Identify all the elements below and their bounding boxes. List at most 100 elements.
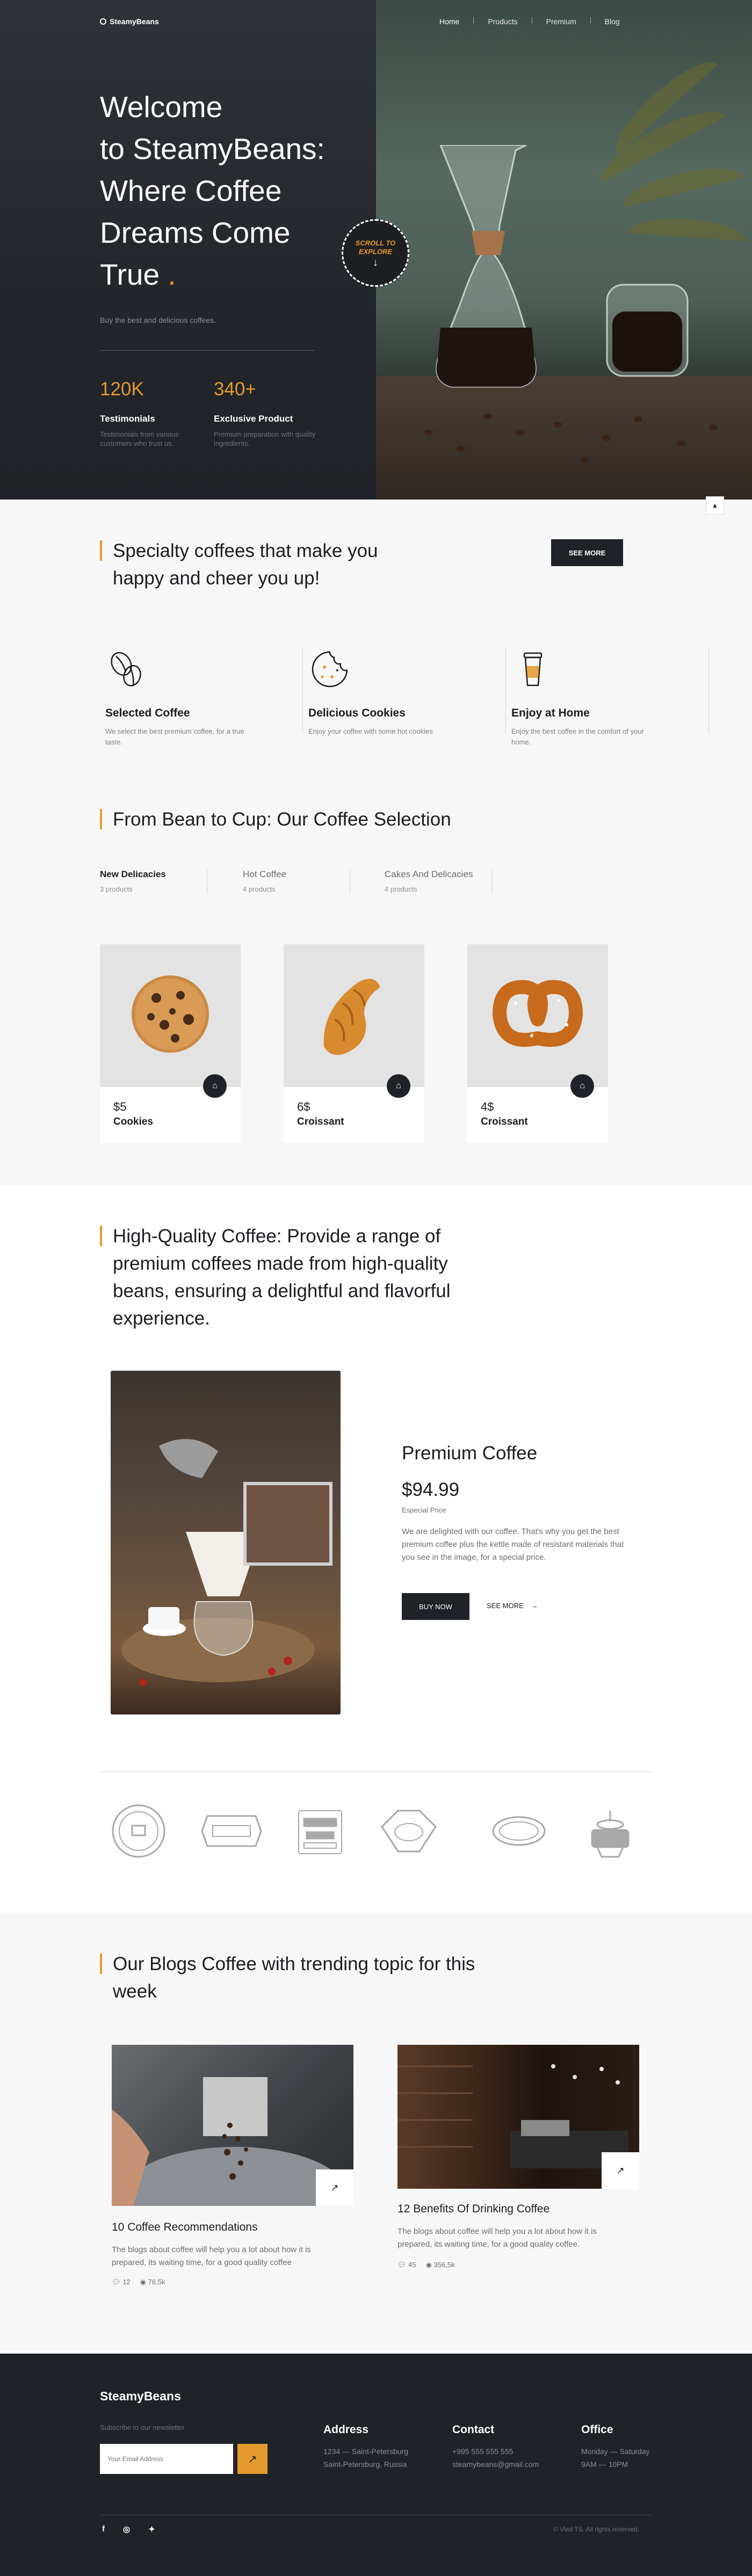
- feature-desc: Enjoy your coffee with some hot cookies: [308, 727, 433, 735]
- premium-see-more-link[interactable]: SEE MORE →: [487, 1602, 538, 1610]
- product-image: [100, 944, 241, 1087]
- glass-cup-image: [606, 284, 689, 377]
- comment-icon: 💬︎: [112, 2278, 121, 2286]
- specialty-heading: Specialty coffees that make you happy an…: [100, 537, 403, 592]
- category-hot-coffee[interactable]: Hot Coffee 4 products: [243, 869, 350, 894]
- chemex-image: [436, 145, 537, 388]
- shopping-bag-icon: ⌂: [212, 1081, 218, 1090]
- scroll-to-explore-badge[interactable]: SCROLL TO EXPLORE ↓: [342, 219, 409, 287]
- facebook-icon[interactable]: f: [102, 2524, 105, 2534]
- footer-contact: Contact +995 555 555 555 steamybeans@gmai…: [452, 2423, 539, 2471]
- footer-line: Saint-Petersburg, Russia: [323, 2460, 407, 2469]
- partner-logos: [112, 1804, 630, 1858]
- blogs-title: Our Blogs Coffee with trending topic for…: [113, 1953, 475, 2002]
- premium-coffee-image: [111, 1371, 341, 1714]
- stat-desc: Premium preparation with quality ingredi…: [214, 430, 316, 447]
- product-card[interactable]: ⌂ 6$ Croissant: [284, 944, 424, 1143]
- product-name: Croissant: [297, 1116, 344, 1127]
- blog-open-button[interactable]: ↗: [602, 2152, 639, 2189]
- hero-title-line: Welcome: [100, 90, 223, 124]
- blog-post-meta: 💬︎ 12 ◉ 76,5k: [112, 2278, 165, 2286]
- coffee-shop-badge-1: [112, 1804, 165, 1858]
- premium-heading: High-Quality Coffee: Provide a range of …: [100, 1222, 500, 1332]
- hero-title: Welcome to SteamyBeans: Where Coffee Dre…: [100, 86, 347, 295]
- feature-desc: Enjoy the best coffee in the comfort of …: [511, 727, 644, 746]
- product-name: Croissant: [481, 1116, 528, 1127]
- buy-now-button[interactable]: BUY NOW: [402, 1593, 469, 1620]
- blogs-heading: Our Blogs Coffee with trending topic for…: [100, 1950, 510, 2005]
- croissant-image: [323, 979, 380, 1055]
- stat-label: Exclusive Product: [214, 414, 293, 424]
- shopping-bag-icon: ⌂: [396, 1081, 401, 1090]
- newsletter-label: Subscribe to our newsletter: [100, 2423, 185, 2432]
- stat-label: Testimonials: [100, 414, 155, 424]
- twitter-icon[interactable]: ✦: [148, 2524, 155, 2534]
- blog-open-button[interactable]: ↗: [316, 2169, 353, 2206]
- add-to-cart-button[interactable]: ⌂: [387, 1074, 410, 1098]
- stat-value: 120K: [100, 379, 144, 400]
- nav-item-home[interactable]: Home: [439, 17, 473, 26]
- nav-item-premium[interactable]: Premium: [546, 17, 590, 26]
- category-count: 3 products: [100, 885, 133, 893]
- add-to-cart-button[interactable]: ⌂: [570, 1074, 594, 1098]
- cookie-icon: [312, 651, 348, 688]
- scroll-badge-text: SCROLL TO: [355, 239, 396, 247]
- scroll-up-button[interactable]: ▲: [706, 496, 724, 515]
- category-count: 4 products: [243, 885, 276, 893]
- logo-icon: [100, 18, 106, 25]
- feature-delicious-cookies: Delicious Cookies Enjoy your coffee with…: [303, 648, 506, 735]
- category-name: Cakes And Delicacies: [385, 869, 473, 879]
- add-to-cart-button[interactable]: ⌂: [203, 1074, 227, 1098]
- hero-title-line: True: [100, 258, 160, 291]
- arrow-up-right-icon: ↗: [616, 2165, 625, 2176]
- hero-title-line: Dreams Come: [100, 216, 291, 249]
- brand-logo[interactable]: SteamyBeans: [100, 17, 159, 26]
- category-name: Hot Coffee: [243, 869, 286, 879]
- eye-icon: ◉: [140, 2278, 146, 2286]
- feature-selected-coffee: Selected Coffee We select the best premi…: [100, 648, 303, 746]
- nav-item-products[interactable]: Products: [488, 17, 531, 26]
- feature-name: Selected Coffee: [105, 707, 190, 719]
- see-more-button[interactable]: SEE MORE: [551, 539, 623, 566]
- footer-col-title: Address: [323, 2423, 369, 2436]
- stat-value: 340+: [214, 379, 256, 400]
- footer-col-title: Office: [581, 2423, 613, 2436]
- main-nav: Home Products Premium Blog: [439, 17, 634, 26]
- footer-phone[interactable]: +995 555 555 555: [452, 2447, 513, 2456]
- stat-testimonials: 120K Testimonials Testimonials from vari…: [100, 379, 202, 448]
- arrow-right-icon: →: [531, 1602, 538, 1610]
- feature-name: Delicious Cookies: [308, 707, 406, 719]
- product-card[interactable]: ⌂ 4$ Croissant: [467, 944, 608, 1143]
- selection-title: From Bean to Cup: Our Coffee Selection: [113, 809, 451, 830]
- hero-image: [376, 0, 752, 500]
- product-image: [284, 944, 424, 1087]
- coffee-shop-badge-3: [591, 1811, 630, 1858]
- comment-count: 45: [408, 2261, 416, 2269]
- hero-title-line: Where Coffee: [100, 174, 282, 207]
- footer-line: 9AM — 10PM: [581, 2460, 628, 2469]
- coffee-shop-badge-2: [201, 1815, 262, 1847]
- blog-post-title[interactable]: 12 Benefits Of Drinking Coffee: [397, 2203, 549, 2216]
- newsletter-submit-button[interactable]: ↗: [237, 2444, 267, 2474]
- footer-email[interactable]: steamybeans@gmail.com: [452, 2460, 539, 2469]
- nav-item-blog[interactable]: Blog: [605, 17, 634, 26]
- footer-address: Address 1234 — Saint-Petersburg Saint-Pet…: [323, 2423, 408, 2471]
- blog-post-desc: The blogs about coffee will help you a l…: [397, 2227, 597, 2249]
- coffee-oval-badge: [492, 1816, 546, 1846]
- hero-title-line: to SteamyBeans:: [100, 132, 325, 165]
- newsletter-email-input[interactable]: [100, 2444, 233, 2474]
- blog-post-desc: The blogs about coffee will help you a l…: [112, 2245, 311, 2267]
- premium-product-name: Premium Coffee: [402, 1443, 538, 1464]
- product-price: $5: [113, 1100, 127, 1113]
- selection-heading: From Bean to Cup: Our Coffee Selection: [100, 806, 451, 833]
- blog-post-title[interactable]: 10 Coffee Recommendations: [112, 2221, 258, 2234]
- category-cakes-and-delicacies[interactable]: Cakes And Delicacies 4 products: [385, 869, 492, 894]
- comment-count: 12: [122, 2278, 131, 2286]
- instagram-icon[interactable]: ◎: [123, 2524, 130, 2534]
- copyright: © Vlad TS. All rights reserved.: [553, 2526, 640, 2533]
- product-price: 4$: [481, 1100, 494, 1113]
- blogs-section: Our Blogs Coffee with trending topic for…: [0, 1913, 752, 2350]
- product-card[interactable]: ⌂ $5 Cookies: [100, 944, 241, 1143]
- category-new-delicacies[interactable]: New Delicacies 3 products: [100, 869, 207, 894]
- stat-desc: Testimonials from various customers who …: [100, 430, 179, 447]
